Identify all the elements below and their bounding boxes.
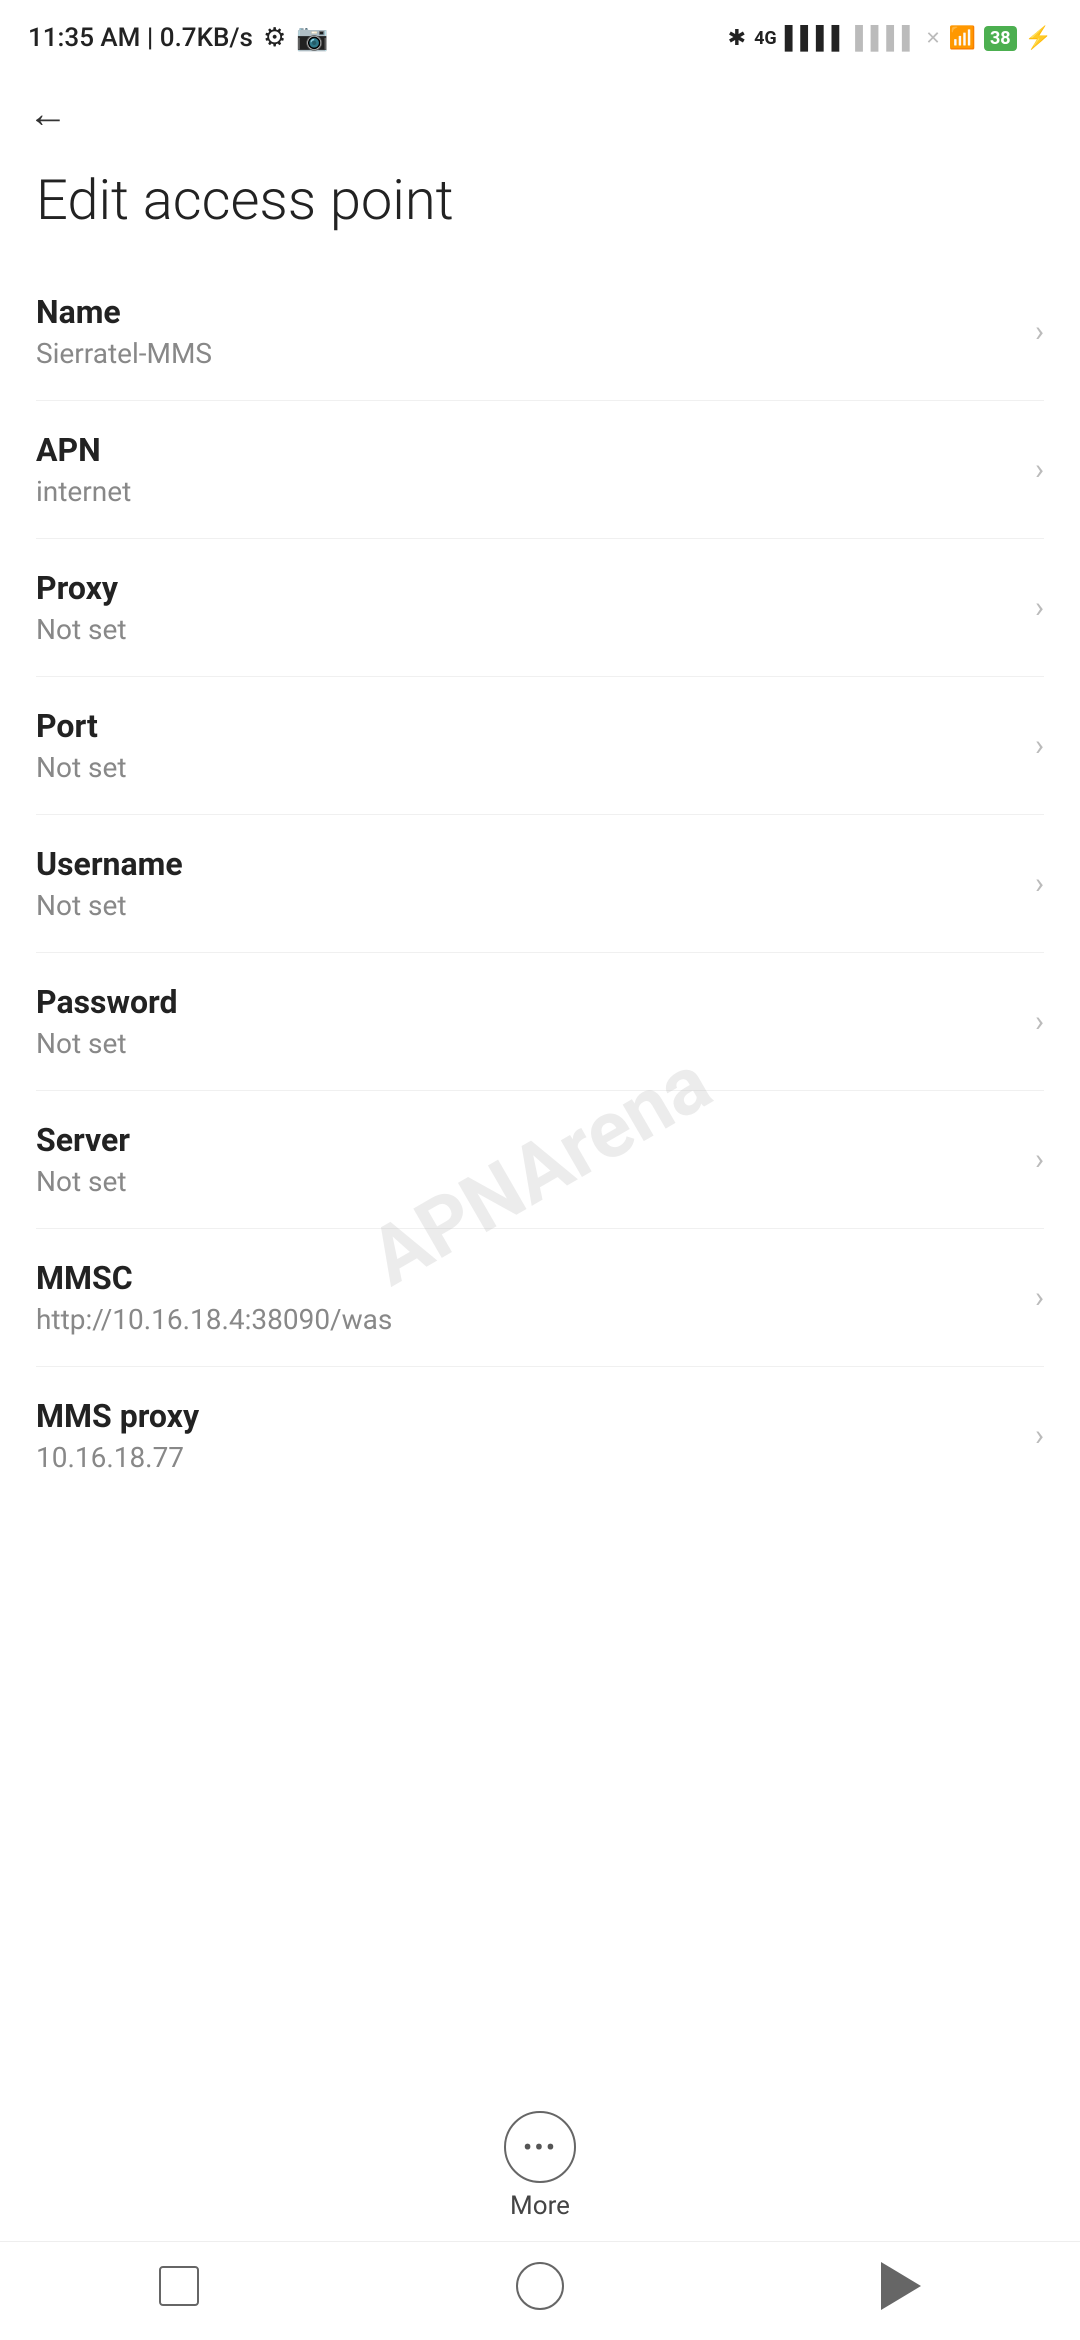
settings-item-value-3: Not set [36,751,1019,784]
settings-item[interactable]: APN internet › [36,401,1044,539]
settings-item-value-7: http://10.16.18.4:38090/was [36,1303,1019,1336]
status-right: ✱ 4G ▌▌▌▌ ▌▌▌▌ ✕ 📶 38 ⚡ [728,25,1052,51]
back-arrow-icon: ← [28,90,68,137]
chevron-right-icon: › [1035,1142,1044,1177]
status-bar: 11:35 AM | 0.7KB/s ⚙ 📷 ✱ 4G ▌▌▌▌ ▌▌▌▌ ✕ … [0,0,1080,70]
settings-item-value-8: 10.16.18.77 [36,1441,1019,1474]
settings-item-label-6: Server [36,1121,1019,1159]
chevron-right-icon: › [1035,314,1044,349]
nav-home-button[interactable] [516,2262,564,2310]
settings-item[interactable]: Username Not set › [36,815,1044,953]
nav-back-icon [881,2262,921,2310]
wifi-icon: 📶 [949,26,976,51]
status-left: 11:35 AM | 0.7KB/s ⚙ 📷 [28,23,329,53]
settings-item[interactable]: MMS proxy 10.16.18.77 › [36,1367,1044,1504]
settings-item[interactable]: Server Not set › [36,1091,1044,1229]
bottom-action: ••• More [0,2087,1080,2241]
charging-icon: ⚡ [1025,26,1052,51]
time-display: 11:35 AM | 0.7KB/s [28,23,253,53]
settings-item-content: MMS proxy 10.16.18.77 [36,1397,1019,1474]
chevron-right-icon: › [1035,866,1044,901]
more-circle-icon: ••• [504,2111,576,2183]
more-dots-icon: ••• [523,2131,557,2164]
settings-item-value-4: Not set [36,889,1019,922]
settings-item-content: Password Not set [36,983,1019,1060]
video-icon: 📷 [296,23,328,53]
settings-item-label-7: MMSC [36,1259,1019,1297]
settings-item-label-1: APN [36,431,1019,469]
settings-item-value-0: Sierratel-MMS [36,337,1019,370]
settings-item[interactable]: Proxy Not set › [36,539,1044,677]
nav-bar [0,2241,1080,2340]
nav-back-button[interactable] [881,2262,921,2310]
signal-bars2-icon: ▌▌▌▌ [855,25,917,51]
chevron-right-icon: › [1035,590,1044,625]
page-title: Edit access point [0,147,1080,263]
settings-item-content: Proxy Not set [36,569,1019,646]
battery-display: 38 [984,26,1017,51]
nav-recent-icon [159,2266,199,2306]
bluetooth-icon: ✱ [728,26,746,51]
settings-item-value-5: Not set [36,1027,1019,1060]
settings-item-value-6: Not set [36,1165,1019,1198]
settings-item-content: Port Not set [36,707,1019,784]
chevron-right-icon: › [1035,728,1044,763]
settings-item-content: MMSC http://10.16.18.4:38090/was [36,1259,1019,1336]
settings-list: Name Sierratel-MMS › APN internet › Prox… [0,263,1080,2087]
settings-item-content: APN internet [36,431,1019,508]
chevron-right-icon: › [1035,1004,1044,1039]
signal-bars-icon: ▌▌▌▌ [785,25,847,51]
more-button[interactable]: ••• More [504,2111,576,2221]
back-button[interactable]: ← [0,70,1080,147]
settings-item-label-2: Proxy [36,569,1019,607]
settings-item-label-4: Username [36,845,1019,883]
settings-item-value-2: Not set [36,613,1019,646]
signal-x-icon: ✕ [925,28,940,49]
signal-4g-icon: 4G [754,28,777,49]
chevron-right-icon: › [1035,452,1044,487]
settings-item-value-1: internet [36,475,1019,508]
settings-item[interactable]: Name Sierratel-MMS › [36,263,1044,401]
settings-item-label-0: Name [36,293,1019,331]
settings-item[interactable]: Port Not set › [36,677,1044,815]
settings-icon: ⚙ [263,23,286,53]
settings-item[interactable]: MMSC http://10.16.18.4:38090/was › [36,1229,1044,1367]
settings-item-content: Server Not set [36,1121,1019,1198]
settings-item-content: Name Sierratel-MMS [36,293,1019,370]
chevron-right-icon: › [1035,1418,1044,1453]
settings-item[interactable]: Password Not set › [36,953,1044,1091]
settings-item-label-3: Port [36,707,1019,745]
settings-item-label-5: Password [36,983,1019,1021]
chevron-right-icon: › [1035,1280,1044,1315]
nav-home-icon [516,2262,564,2310]
nav-recent-button[interactable] [159,2266,199,2306]
settings-item-content: Username Not set [36,845,1019,922]
more-label: More [510,2191,570,2221]
settings-item-label-8: MMS proxy [36,1397,1019,1435]
